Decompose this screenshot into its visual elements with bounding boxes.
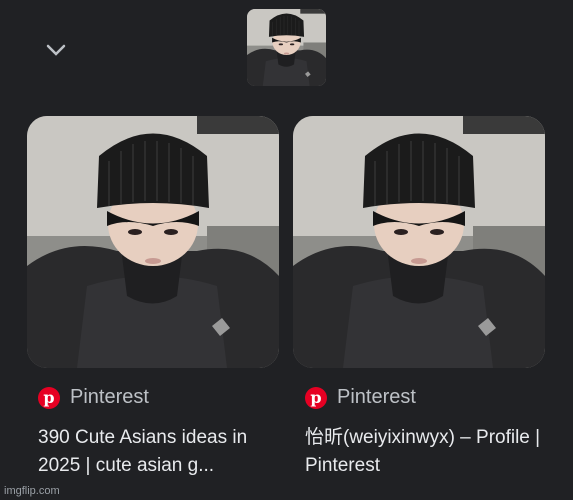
result-title[interactable]: 怡昕(weiyixinwyx) – Profile | Pinterest [305, 424, 545, 480]
collapse-button[interactable] [40, 34, 72, 66]
watermark: imgflip.com [4, 485, 60, 497]
result-source[interactable]: p Pinterest [38, 386, 149, 409]
pinterest-icon: p [38, 386, 60, 409]
result-title[interactable]: 390 Cute Asians ideas in 2025 | cute asi… [38, 424, 278, 480]
pinterest-icon: p [305, 386, 327, 409]
result-photo [293, 116, 545, 368]
source-name: Pinterest [337, 386, 416, 408]
selected-image-thumbnail[interactable] [247, 9, 326, 86]
result-image-1[interactable] [27, 116, 279, 368]
source-name: Pinterest [70, 386, 149, 408]
result-photo [27, 116, 279, 368]
chevron-down-icon [46, 44, 66, 56]
thumbnail-photo [247, 9, 326, 86]
result-image-2[interactable] [293, 116, 545, 368]
result-source[interactable]: p Pinterest [305, 386, 416, 409]
